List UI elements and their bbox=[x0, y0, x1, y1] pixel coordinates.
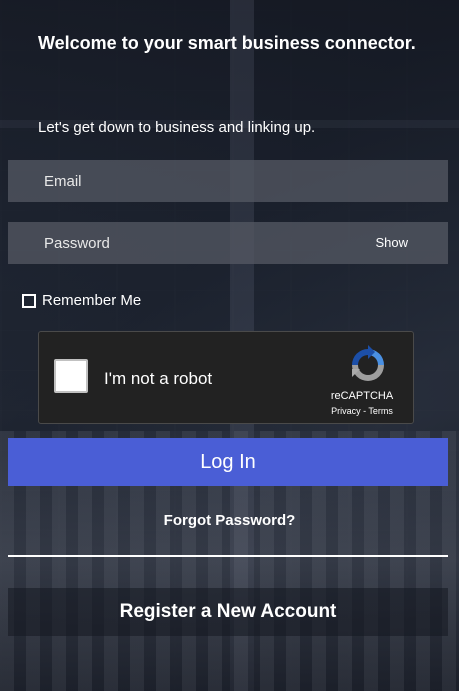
page-title: Welcome to your smart business connector… bbox=[38, 33, 416, 53]
divider bbox=[8, 555, 448, 557]
remember-me[interactable]: Remember Me bbox=[22, 292, 141, 309]
page-subtitle: Let's get down to business and linking u… bbox=[38, 119, 316, 136]
recaptcha-label: I'm not a robot bbox=[104, 369, 213, 388]
recaptcha-icon bbox=[352, 345, 384, 381]
recaptcha-widget: I'm not a robot reCAPTCHA Privacy - Term… bbox=[38, 331, 414, 424]
remember-me-label: Remember Me bbox=[42, 292, 142, 309]
recaptcha-checkbox[interactable] bbox=[54, 359, 88, 393]
password-field-wrapper: Show bbox=[8, 222, 448, 264]
login-panel: Welcome to your smart business connector… bbox=[0, 0, 459, 691]
remember-me-checkbox[interactable] bbox=[22, 293, 36, 308]
show-password-toggle[interactable]: Show bbox=[375, 235, 408, 250]
forgot-password-link[interactable]: Forgot Password? bbox=[0, 512, 459, 529]
login-button[interactable]: Log In bbox=[8, 438, 448, 486]
email-field[interactable] bbox=[8, 160, 448, 202]
recaptcha-privacy-terms-link[interactable]: Privacy - Terms bbox=[325, 406, 399, 416]
email-field-wrapper bbox=[8, 160, 448, 202]
recaptcha-brand: reCAPTCHA bbox=[330, 390, 394, 402]
register-button[interactable]: Register a New Account bbox=[8, 588, 448, 636]
